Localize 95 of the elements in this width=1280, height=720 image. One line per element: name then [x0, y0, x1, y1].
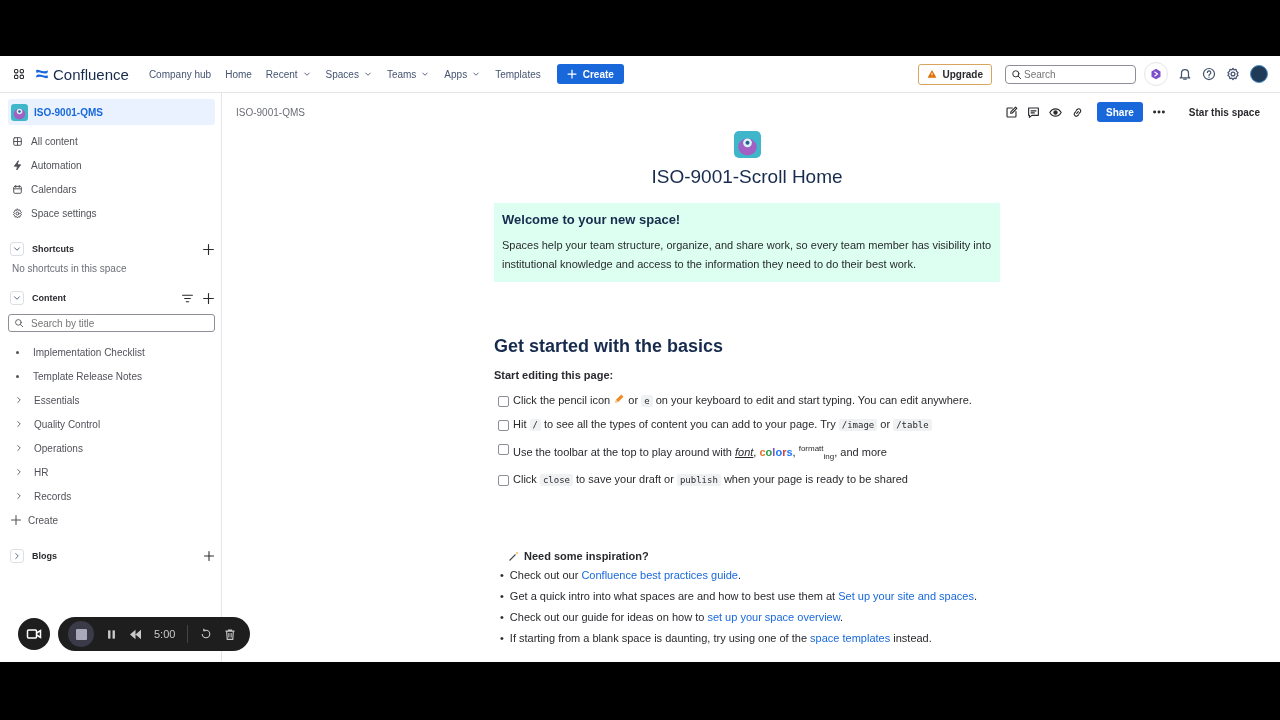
- nav-item[interactable]: Recent: [259, 64, 318, 84]
- space-icon: [11, 103, 28, 121]
- tree-item[interactable]: Template Release Notes: [8, 364, 215, 388]
- bullet-marker: •: [500, 567, 504, 583]
- timer: 5:00: [154, 628, 176, 640]
- create-link[interactable]: Create: [8, 508, 215, 532]
- create-button[interactable]: Create: [556, 64, 624, 84]
- tree-item[interactable]: Records: [8, 484, 215, 508]
- add-icon[interactable]: [202, 291, 215, 305]
- bullet-marker: •: [500, 630, 504, 646]
- grid-icon: [12, 135, 23, 147]
- pause-icon[interactable]: [106, 628, 117, 640]
- lightning-icon: [12, 159, 23, 171]
- list-item-text: Check out our guide for ideas on how to set up your space overview.: [509, 609, 844, 625]
- video-camera-icon: [26, 626, 42, 642]
- add-icon[interactable]: [203, 550, 215, 562]
- nav-item[interactable]: Templates: [489, 64, 547, 84]
- edit-icon[interactable]: [1005, 105, 1019, 119]
- task-text: Hit / to see all the types of content you can add to your page. Try /image or /table: [513, 417, 932, 433]
- search-field[interactable]: Search: [1005, 64, 1136, 84]
- plus-icon: [566, 69, 577, 79]
- space-header[interactable]: ISO-9001-QMS: [8, 99, 215, 125]
- search-icon: [1011, 68, 1022, 80]
- nav-item[interactable]: Teams: [380, 64, 437, 84]
- checkbox[interactable]: [498, 420, 509, 431]
- help-icon[interactable]: [1202, 67, 1216, 81]
- notifications-icon[interactable]: [1178, 67, 1192, 81]
- app-name[interactable]: Confluence: [53, 65, 129, 83]
- sidebar-item[interactable]: All content: [8, 129, 215, 153]
- star-space-button[interactable]: Star this space: [1182, 105, 1266, 119]
- list-item-text: If starting from a blank space is daunting, try using one of the space templates instead.: [509, 630, 932, 646]
- avatar[interactable]: [1250, 65, 1268, 83]
- sidebar-item[interactable]: Calendars: [8, 177, 215, 201]
- section-title: Blogs: [32, 551, 57, 561]
- chevron-right-icon[interactable]: [14, 419, 24, 429]
- space-icon: [733, 131, 761, 158]
- link[interactable]: Confluence best practices guide: [581, 568, 738, 581]
- logo-icon: [35, 67, 49, 81]
- link[interactable]: space templates: [810, 631, 891, 644]
- calendar-icon: [12, 183, 23, 195]
- breadcrumb[interactable]: ISO-9001-QMS: [236, 106, 305, 118]
- watch-icon[interactable]: [1049, 105, 1063, 119]
- chevron-right-icon[interactable]: [14, 395, 24, 405]
- delete-icon[interactable]: [224, 627, 237, 641]
- settings-icon: [12, 207, 23, 219]
- section-heading: Get started with the basics: [494, 336, 725, 357]
- tree-item[interactable]: Operations: [8, 436, 215, 460]
- task-text: Click close to save your draft or publish when your page is ready to be shared: [513, 471, 908, 488]
- add-icon[interactable]: [202, 242, 215, 256]
- bullet-icon: [16, 350, 19, 354]
- app-switcher-icon[interactable]: [13, 68, 25, 80]
- tree-item[interactable]: Essentials: [8, 388, 215, 412]
- settings-icon[interactable]: [1226, 67, 1240, 81]
- tree-item[interactable]: Quality Control: [8, 412, 215, 436]
- bullet-icon: [16, 374, 19, 378]
- tree-item[interactable]: Implementation Checklist: [8, 340, 215, 364]
- panel-title: Welcome to your new space!: [502, 212, 682, 227]
- page-title: ISO-9001-Scroll Home: [651, 166, 843, 188]
- chevron-right-icon[interactable]: [14, 443, 24, 453]
- nav-item[interactable]: Company hub: [142, 64, 218, 84]
- empty-message: No shortcuts in this space: [11, 262, 128, 274]
- inspiration-heading: Need some inspiration?: [524, 549, 649, 562]
- list-item-text: Get a quick intro into what spaces are and how to best use them at Set up your site and spaces.: [509, 588, 978, 604]
- task-text: Use the toolbar at the top to play around with font, colors, $^{formatt}$ $_{ing}$, and more: [513, 443, 887, 463]
- stop-button[interactable]: [68, 621, 94, 647]
- link[interactable]: Set up your site and spaces: [838, 589, 974, 602]
- checkbox[interactable]: [498, 474, 509, 486]
- bullet-marker: •: [500, 609, 504, 625]
- restart-icon[interactable]: [200, 628, 213, 640]
- pencil-icon: [613, 393, 626, 405]
- checkbox[interactable]: [498, 396, 509, 407]
- comment-icon[interactable]: [1027, 105, 1041, 119]
- checkbox[interactable]: [498, 444, 509, 455]
- nav-item[interactable]: Home: [219, 64, 258, 84]
- nav-item[interactable]: Apps: [438, 64, 488, 84]
- list-item-text: Check out our Confluence best practices guide.: [509, 567, 741, 583]
- upgrade-button[interactable]: Upgrade: [918, 63, 992, 85]
- nav-item[interactable]: Spaces: [319, 64, 379, 84]
- tree-item[interactable]: HR: [8, 460, 215, 484]
- chevron-right-icon[interactable]: [14, 491, 24, 501]
- search-icon: [14, 318, 24, 328]
- sidebar-item[interactable]: Space settings: [8, 201, 215, 225]
- chevron-right-icon[interactable]: [14, 467, 24, 477]
- sidebar-item[interactable]: Automation: [8, 153, 215, 177]
- task-text: Click the pencil icon or e on your keyboard to edit and start typing. You can edit anywhere.: [513, 393, 972, 409]
- section-title: Content: [32, 293, 66, 303]
- bullet-marker: •: [500, 588, 504, 604]
- title-search-field[interactable]: Search by title: [8, 314, 215, 332]
- subheading: Start editing this page:: [494, 369, 615, 381]
- plus-icon[interactable]: [10, 514, 22, 526]
- rewind-icon[interactable]: [129, 628, 142, 640]
- share-button[interactable]: Share: [1097, 102, 1143, 122]
- warning-icon: [927, 69, 938, 79]
- section-title: Shortcuts: [32, 244, 74, 254]
- panel-text: Spaces help your team structure, organize, and share work, so every team member has visibility into institutional knowledge and access to the information they need to do their best work.: [502, 238, 992, 272]
